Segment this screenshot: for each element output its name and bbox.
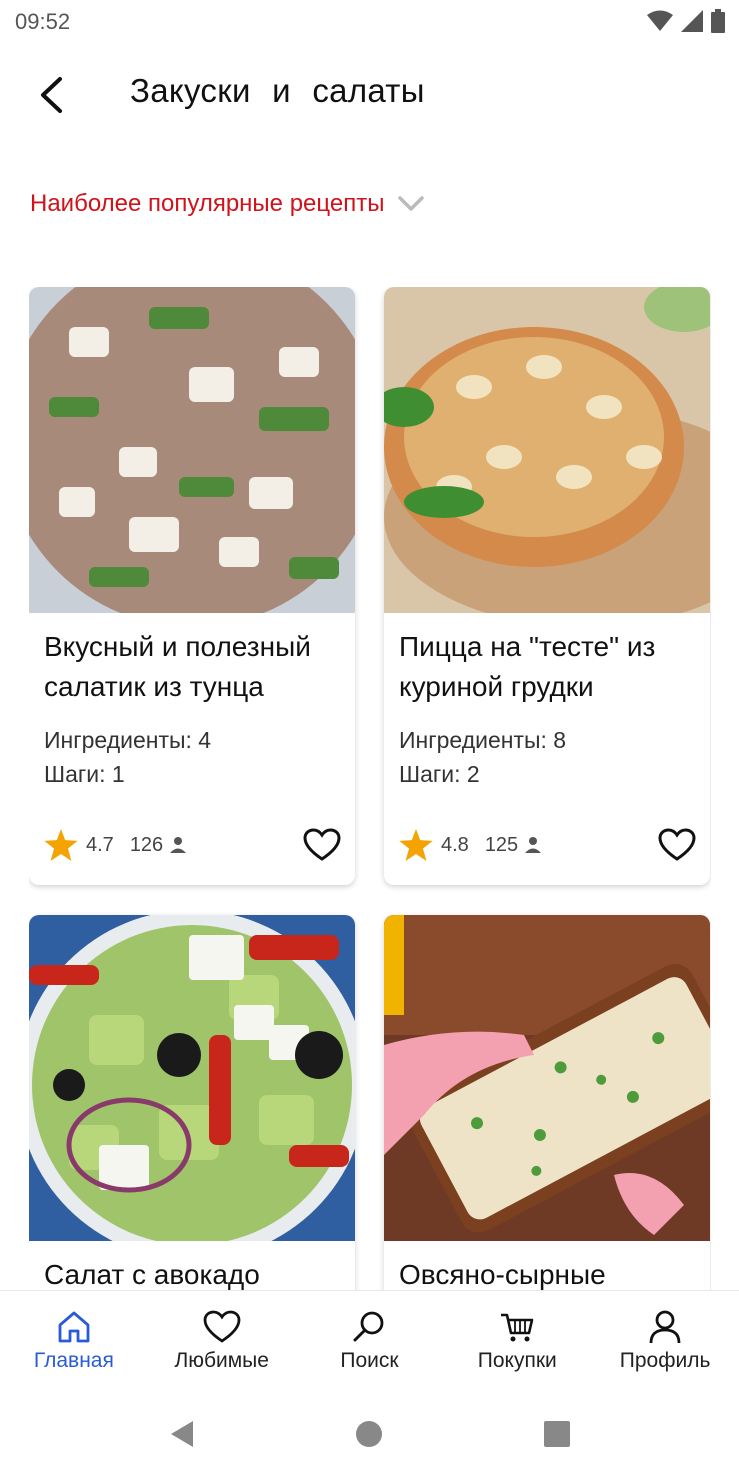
nav-item-home[interactable]: Главная: [0, 1291, 148, 1390]
recipe-meta: Ингредиенты: 8 Шаги: 2: [399, 723, 566, 791]
recipe-meta: Ингредиенты: 4 Шаги: 1: [44, 723, 211, 791]
nav-item-favorites[interactable]: Любимые: [148, 1291, 296, 1390]
recipe-card[interactable]: Вкусный и полезный салатик из тунца Ингр…: [29, 287, 355, 885]
recipe-image-avocado-salad: [29, 915, 355, 1241]
recipe-image-oat-cheese-cakes: [384, 915, 710, 1241]
app-bar: Закуски и салаты: [0, 44, 739, 144]
recipe-footer: 4.7 126: [44, 823, 344, 867]
recipe-grid: Вкусный и полезный салатик из тунца Ингр…: [29, 287, 711, 1292]
recipe-card[interactable]: Пицца на "тесте" из куриной грудки Ингре…: [384, 287, 710, 885]
heart-outline-icon: [658, 828, 696, 861]
system-nav-bar: [0, 1390, 739, 1478]
sort-label: Наиболее популярные рецепты: [30, 190, 385, 217]
person-icon: [525, 837, 542, 853]
recipe-votes: 126: [129, 833, 164, 856]
nav-label-favorites: Любимые: [174, 1349, 269, 1372]
recipe-title: Салат с авокадо: [44, 1259, 260, 1290]
nav-label-shopping: Покупки: [477, 1349, 557, 1372]
recipe-votes: 125: [484, 833, 519, 856]
nav-item-shopping[interactable]: Покупки: [443, 1291, 591, 1390]
recipe-steps: Шаги: 1: [44, 761, 125, 787]
battery-icon: [711, 9, 725, 33]
recipe-title: Пицца на "тесте" из куриной грудки: [399, 631, 656, 702]
recipe-title: Вкусный и полезный салатик из тунца: [44, 631, 311, 702]
recipe-rating: 4.7: [86, 833, 114, 856]
nav-item-profile[interactable]: Профиль: [591, 1291, 739, 1390]
search-icon: [353, 1311, 384, 1342]
cart-icon: [501, 1313, 534, 1342]
recipe-footer: 4.8 125: [399, 823, 699, 867]
recipe-ingredients: Ингредиенты: 4: [44, 727, 212, 753]
system-recents-icon[interactable]: [543, 1420, 571, 1448]
nav-label-profile: Профиль: [619, 1349, 711, 1372]
page-title: Закуски и салаты: [130, 72, 425, 109]
home-icon: [58, 1311, 90, 1343]
system-home-icon[interactable]: [355, 1420, 383, 1448]
recipe-image-tuna-salad: [29, 287, 355, 613]
favorite-button[interactable]: [655, 823, 699, 867]
back-button[interactable]: [26, 70, 76, 120]
person-icon: [170, 837, 187, 853]
status-bar: 09:52: [0, 0, 739, 44]
chevron-down-icon: [398, 196, 425, 211]
recipe-card[interactable]: Салат с авокадо: [29, 915, 355, 1292]
system-back-icon[interactable]: [169, 1419, 195, 1449]
recipe-rating: 4.8: [441, 833, 469, 856]
nav-label-search: Поиск: [340, 1349, 399, 1372]
recipe-card[interactable]: Овсяно-сырные: [384, 915, 710, 1292]
star-icon: [44, 829, 78, 861]
recipe-title: Овсяно-сырные: [399, 1259, 606, 1290]
back-arrow-icon: [41, 77, 62, 113]
favorite-button[interactable]: [300, 823, 344, 867]
heart-outline-icon: [303, 828, 341, 861]
nav-item-search[interactable]: Поиск: [296, 1291, 444, 1390]
status-time: 09:52: [15, 9, 71, 34]
sort-dropdown[interactable]: Наиболее популярные рецепты: [30, 190, 425, 218]
status-icons: [647, 9, 725, 33]
bottom-nav: Главная Любимые Поиск Покупки Профиль: [0, 1290, 739, 1390]
recipe-steps: Шаги: 2: [399, 761, 480, 787]
star-icon: [399, 829, 433, 861]
heart-icon: [203, 1310, 241, 1343]
signal-icon: [681, 10, 703, 32]
wifi-icon: [647, 10, 673, 31]
nav-label-home: Главная: [33, 1349, 114, 1372]
recipe-ingredients: Ингредиенты: 8: [399, 727, 567, 753]
profile-icon: [649, 1310, 681, 1344]
recipe-image-chicken-pizza: [384, 287, 710, 613]
